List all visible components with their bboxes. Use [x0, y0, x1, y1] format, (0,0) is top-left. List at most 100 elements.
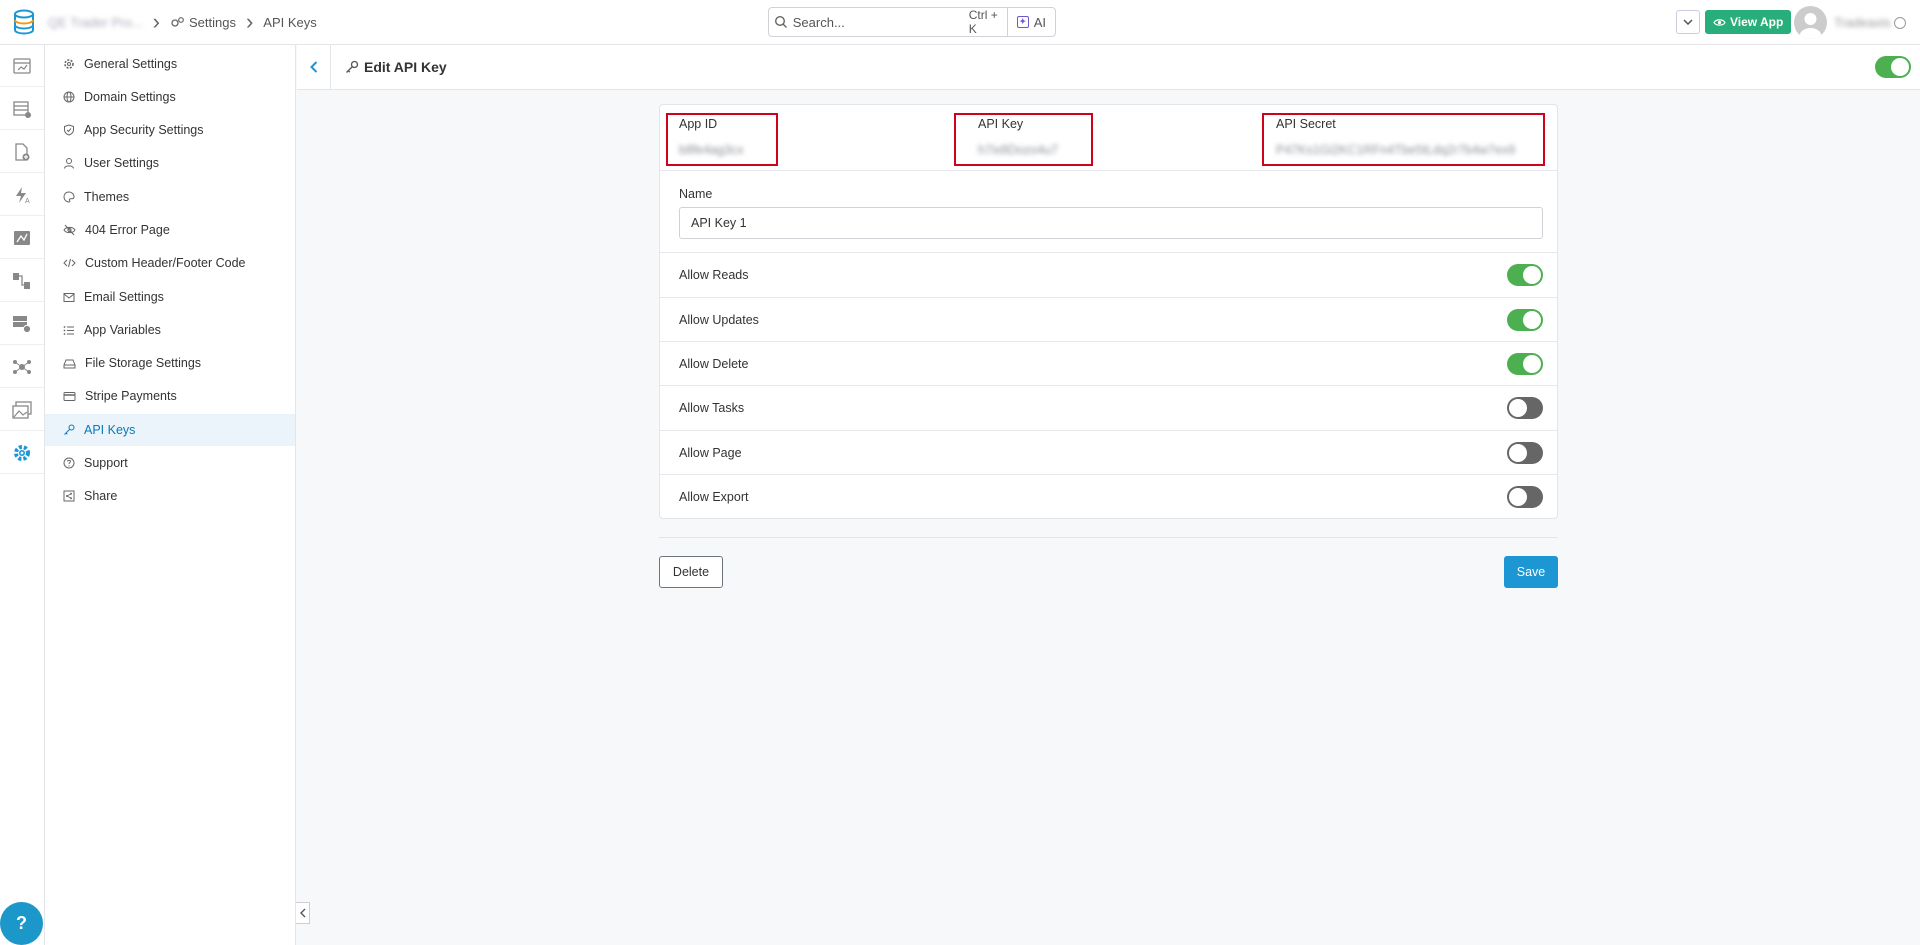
sidebar-item-api-keys[interactable]: API Keys: [45, 414, 295, 446]
drive-icon: [63, 359, 76, 368]
allow-updates-toggle[interactable]: [1507, 309, 1543, 331]
permission-label: Allow Updates: [679, 313, 759, 327]
sidebar-item-themes[interactable]: Themes: [45, 181, 295, 213]
chevron-right-icon: ›: [245, 9, 254, 34]
sidebar-item-general-settings[interactable]: General Settings: [45, 48, 295, 80]
sidebar-item-user-settings[interactable]: User Settings: [45, 147, 295, 179]
sidebar-item-label: Themes: [84, 190, 130, 204]
chevron-right-icon: ›: [152, 9, 160, 34]
avatar[interactable]: [1794, 6, 1827, 39]
breadcrumb-app[interactable]: QE Trader Pro...: [48, 15, 143, 30]
toggle-knob: [1509, 399, 1527, 417]
divider: [660, 170, 1557, 171]
sidebar-item-label: 404 Error Page: [85, 223, 170, 237]
card-icon: [63, 391, 76, 401]
search-box[interactable]: Ctrl + K ✦ AI: [768, 7, 1056, 37]
permission-row-tasks: Allow Tasks: [660, 386, 1557, 430]
sidebar-item-custom-header-footer-code[interactable]: Custom Header/Footer Code: [45, 247, 295, 279]
search-icon: [769, 15, 793, 29]
svg-text:A: A: [25, 198, 30, 204]
permission-row-updates: Allow Updates: [660, 298, 1557, 342]
sidebar-item-stripe-payments[interactable]: Stripe Payments: [45, 380, 295, 412]
api-key-enabled-toggle[interactable]: [1875, 56, 1911, 78]
name-label: Name: [679, 187, 713, 201]
search-input[interactable]: [792, 14, 969, 30]
sidebar-item-app-security-settings[interactable]: App Security Settings: [45, 114, 295, 146]
mail-icon: [63, 292, 75, 302]
back-button[interactable]: [297, 45, 331, 89]
sidebar-item-app-variables[interactable]: App Variables: [45, 314, 295, 346]
breadcrumb-settings[interactable]: Settings: [170, 15, 236, 30]
eye-icon: [1713, 18, 1726, 26]
collapse-sidebar-button[interactable]: [296, 902, 310, 924]
sidebar-item-share[interactable]: Share: [45, 480, 295, 512]
document-add-icon: [15, 142, 30, 161]
page-title-text: Edit API Key: [364, 59, 447, 75]
code-icon: [63, 258, 76, 268]
sidebar-item-label: App Variables: [84, 323, 161, 337]
toggle-knob: [1509, 444, 1527, 462]
username[interactable]: Tradeaxis: [1834, 15, 1891, 30]
delete-button[interactable]: Delete: [659, 556, 723, 588]
api-secret-label: API Secret: [1276, 117, 1336, 131]
rail-settings[interactable]: [0, 432, 44, 474]
more-options-icon[interactable]: [1894, 17, 1906, 29]
settings-sidebar: General Settings Domain Settings App Sec…: [45, 45, 296, 945]
permission-label: Allow Delete: [679, 357, 749, 371]
sidebar-item-label: App Security Settings: [84, 123, 204, 137]
view-app-button[interactable]: View App: [1705, 10, 1792, 34]
toggle-knob: [1523, 355, 1541, 373]
page-header: Edit API Key: [297, 45, 1920, 90]
sidebar-item-file-storage-settings[interactable]: File Storage Settings: [45, 347, 295, 379]
sidebar-item-support[interactable]: Support: [45, 447, 295, 479]
help-circle-icon: [63, 457, 75, 469]
icon-rail: A: [0, 45, 45, 945]
allow-delete-toggle[interactable]: [1507, 353, 1543, 375]
app-id-value[interactable]: b8fe4ag3cx: [679, 143, 759, 157]
name-input[interactable]: [679, 207, 1543, 239]
permission-label: Allow Page: [679, 446, 742, 460]
toggle-knob: [1509, 488, 1527, 506]
allow-tasks-toggle[interactable]: [1507, 397, 1543, 419]
help-button[interactable]: ?: [0, 902, 43, 945]
key-icon: [346, 60, 359, 73]
workflow-icon: [13, 272, 30, 289]
rail-workflows[interactable]: [0, 260, 44, 302]
permission-label: Allow Reads: [679, 268, 749, 282]
api-secret-value[interactable]: P47Ks1Gi2KC1RFn4Tbe5tLdq2r7b4w7ex9: [1276, 143, 1538, 157]
palette-icon: [63, 191, 75, 203]
database-logo-icon[interactable]: [10, 8, 38, 36]
sidebar-item-label: Share: [84, 489, 118, 503]
allow-page-toggle[interactable]: [1507, 442, 1543, 464]
app-dropdown-button[interactable]: [1676, 10, 1700, 34]
api-key-label: API Key: [978, 117, 1024, 131]
rail-tables[interactable]: [0, 88, 44, 130]
chevron-left-icon: [309, 61, 317, 73]
database-add-icon: [13, 315, 32, 333]
rail-integrations[interactable]: [0, 346, 44, 388]
api-key-value[interactable]: h7ix8Dozo4u7: [978, 143, 1078, 157]
table-icon: [13, 100, 31, 118]
rail-pages[interactable]: [0, 131, 44, 173]
globe-icon: [63, 91, 75, 103]
sidebar-item-email-settings[interactable]: Email Settings: [45, 281, 295, 313]
breadcrumb-settings-label: Settings: [188, 14, 236, 30]
allow-reads-toggle[interactable]: [1507, 264, 1543, 286]
permission-label: Allow Export: [679, 490, 749, 504]
chevron-down-icon: [1683, 19, 1693, 25]
rail-data[interactable]: [0, 303, 44, 345]
page-title: Edit API Key: [345, 45, 447, 89]
sidebar-item-label: Domain Settings: [84, 90, 176, 104]
rail-media[interactable]: [0, 389, 44, 431]
ai-button[interactable]: ✦ AI: [1006, 8, 1055, 36]
rail-automations[interactable]: A: [0, 174, 44, 216]
gear-icon: [14, 444, 30, 461]
rail-reports[interactable]: [0, 217, 44, 259]
sidebar-item-404-error-page[interactable]: 404 Error Page: [45, 214, 295, 246]
save-button[interactable]: Save: [1504, 556, 1558, 588]
permission-row-export: Allow Export: [660, 475, 1557, 519]
toggle-knob: [1523, 266, 1541, 284]
rail-dashboard[interactable]: [0, 45, 44, 87]
allow-export-toggle[interactable]: [1507, 486, 1543, 508]
sidebar-item-domain-settings[interactable]: Domain Settings: [45, 81, 295, 113]
